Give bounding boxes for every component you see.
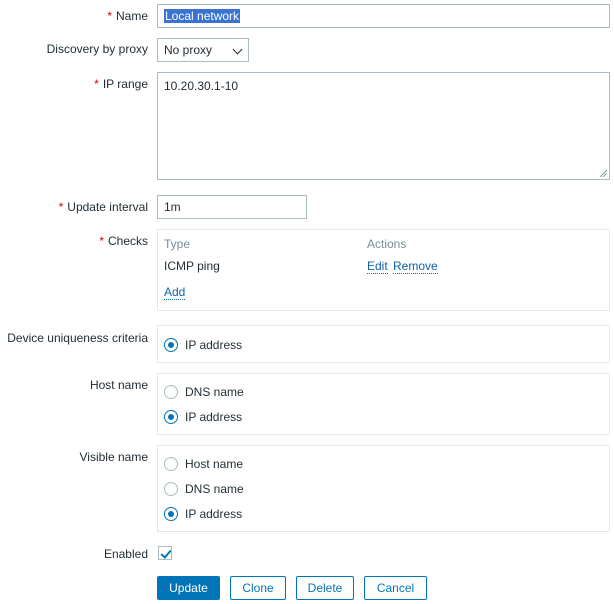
checks-col-actions: Actions [367,237,407,251]
ip-range-label: * IP range [94,77,148,91]
radio-visible-host[interactable]: Host name [164,457,243,471]
radio-visible-ip[interactable]: IP address [164,507,242,521]
visible-name-radio-group: Host name DNS name IP address [157,445,610,532]
radio-host-dns[interactable]: DNS name [164,385,244,399]
radio-host-ip[interactable]: IP address [164,410,242,424]
host-name-radio-group: DNS name IP address [157,373,610,435]
checks-label: * Checks [99,234,148,248]
uniqueness-radio-group: IP address [157,325,610,363]
proxy-select-value: No proxy [164,43,213,57]
proxy-label: Discovery by proxy [46,42,148,56]
checkmark-icon [160,547,172,559]
check-edit-link[interactable]: Edit [367,259,388,274]
radio-label: Host name [185,457,244,471]
delete-button[interactable]: Delete [296,576,354,600]
check-remove-link[interactable]: Remove [393,259,438,274]
radio-button[interactable] [164,457,178,471]
update-interval-field[interactable]: 1m [157,195,307,219]
host-name-label: Host name [89,378,148,392]
radio-uniqueness-ip[interactable]: IP address [164,338,242,352]
cancel-button[interactable]: Cancel [364,576,427,600]
radio-label: DNS name [185,482,244,496]
radio-label: IP address [185,410,243,424]
radio-label: IP address [185,507,243,521]
radio-button-selected[interactable] [164,507,178,521]
name-label: * Name [107,9,148,23]
required-marker: * [99,234,104,248]
proxy-select[interactable]: No proxy [157,38,249,62]
radio-label: IP address [185,338,243,352]
name-field[interactable]: Local network [157,4,610,28]
radio-button[interactable] [164,385,178,399]
checks-table: Type Actions ICMP ping Edit Remove Add [157,229,610,311]
visible-name-label: Visible name [79,450,148,464]
clone-button[interactable]: Clone [230,576,286,600]
required-marker: * [94,77,99,91]
radio-label: DNS name [185,385,244,399]
update-interval-label: * Update interval [59,200,148,214]
required-marker: * [107,9,112,23]
add-check-link[interactable]: Add [164,285,186,300]
update-interval-value: 1m [164,200,181,214]
name-field-value: Local network [164,9,241,23]
enabled-checkbox[interactable] [158,546,172,560]
chevron-down-icon [232,44,243,55]
update-interval-label-text: Update interval [67,200,148,214]
required-marker: * [58,200,64,214]
check-type: ICMP ping [164,259,220,273]
checks-label-text: Checks [107,234,148,248]
name-label-text: Name [115,9,148,23]
ip-range-label-text: IP range [102,77,148,91]
radio-button[interactable] [164,482,178,496]
radio-button-selected[interactable] [164,338,178,352]
ip-range-textarea[interactable]: 10.20.30.1-10 [157,72,610,180]
enabled-label: Enabled [103,547,148,561]
update-button[interactable]: Update [157,576,220,600]
radio-visible-dns[interactable]: DNS name [164,482,244,496]
radio-button-selected[interactable] [164,410,178,424]
resize-handle-icon[interactable] [599,169,607,177]
checks-col-type: Type [164,237,191,251]
ip-range-value: 10.20.30.1-10 [164,79,239,93]
uniqueness-label: Device uniqueness criteria [7,331,148,345]
